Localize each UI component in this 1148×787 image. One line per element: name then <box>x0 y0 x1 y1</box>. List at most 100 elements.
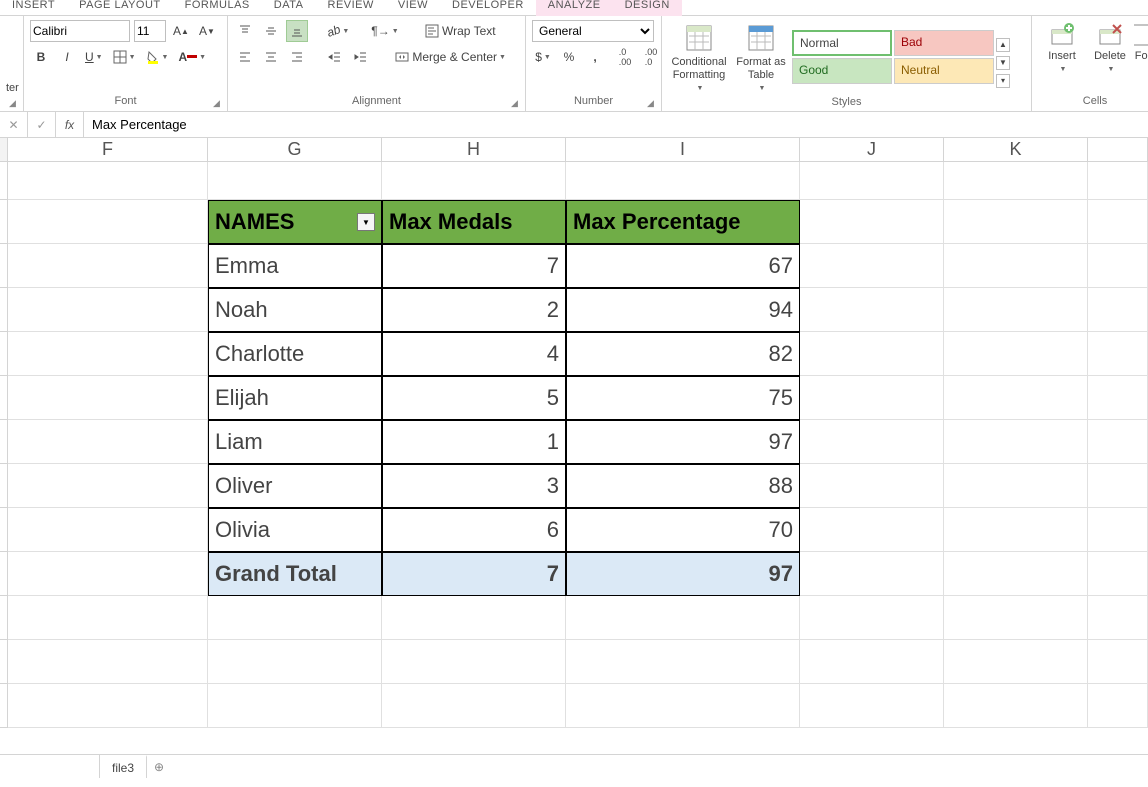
pivot-cell[interactable]: Liam <box>208 420 382 464</box>
pivot-total-pct[interactable]: 97 <box>566 552 800 596</box>
pivot-cell[interactable]: 75 <box>566 376 800 420</box>
pivot-cell[interactable]: 4 <box>382 332 566 376</box>
pivot-cell[interactable]: Oliver <box>208 464 382 508</box>
conditional-formatting-icon <box>683 22 715 54</box>
comma-format-icon[interactable]: , <box>584 46 606 68</box>
tab-design[interactable]: DESIGN <box>613 0 682 16</box>
select-all-corner[interactable] <box>0 138 8 162</box>
align-center-icon[interactable] <box>260 46 282 68</box>
pivot-cell[interactable]: Noah <box>208 288 382 332</box>
wrap-text-button[interactable]: Wrap Text <box>418 20 503 42</box>
increase-indent-icon[interactable] <box>350 46 372 68</box>
insert-cells-button[interactable]: Insert▼ <box>1038 20 1086 94</box>
col-header-end[interactable] <box>1088 138 1148 162</box>
italic-button[interactable]: I <box>56 46 78 68</box>
fill-color-button[interactable]: ▼ <box>143 46 172 68</box>
col-header-F[interactable]: F <box>8 138 208 162</box>
column-headers: F G H I J K <box>0 138 1148 162</box>
tab-review[interactable]: REVIEW <box>316 0 386 16</box>
font-size-combo[interactable] <box>134 20 166 42</box>
pivot-header-pct[interactable]: Max Percentage <box>566 200 800 244</box>
delete-cells-button[interactable]: Delete▼ <box>1086 20 1134 94</box>
style-normal[interactable]: Normal <box>792 30 892 56</box>
align-right-icon[interactable] <box>286 46 308 68</box>
col-header-K[interactable]: K <box>944 138 1088 162</box>
increase-font-icon[interactable]: A▲ <box>170 20 192 42</box>
format-cells-button[interactable]: For <box>1134 20 1148 94</box>
tab-developer[interactable]: DEVELOPER <box>440 0 536 16</box>
decrease-decimal-icon[interactable]: .00.0 <box>640 46 662 68</box>
format-as-table-button[interactable]: Format as Table▼ <box>730 20 792 95</box>
font-launcher-icon[interactable]: ◢ <box>213 98 225 110</box>
col-header-G[interactable]: G <box>208 138 382 162</box>
merge-center-button[interactable]: Merge & Center▼ <box>388 46 513 68</box>
borders-button[interactable]: ▼ <box>110 46 139 68</box>
tab-view[interactable]: VIEW <box>386 0 440 16</box>
pivot-cell[interactable]: 6 <box>382 508 566 552</box>
pivot-cell[interactable]: Elijah <box>208 376 382 420</box>
font-color-button[interactable]: A▼ <box>175 46 209 68</box>
pivot-cell[interactable]: 5 <box>382 376 566 420</box>
ltr-icon[interactable]: ¶→▼ <box>368 20 401 42</box>
clipboard-launcher-icon[interactable]: ◢ <box>9 98 21 110</box>
pivot-cell[interactable]: 2 <box>382 288 566 332</box>
align-middle-icon[interactable] <box>260 20 282 42</box>
tab-insert[interactable]: INSERT <box>0 0 67 16</box>
decrease-indent-icon[interactable] <box>324 46 346 68</box>
pivot-cell[interactable]: 82 <box>566 332 800 376</box>
pivot-header-medals[interactable]: Max Medals <box>382 200 566 244</box>
pivot-total-medals[interactable]: 7 <box>382 552 566 596</box>
underline-button[interactable]: U▼ <box>82 46 106 68</box>
number-launcher-icon[interactable]: ◢ <box>647 98 659 110</box>
formula-input[interactable] <box>84 112 1148 137</box>
tab-page-layout[interactable]: PAGE LAYOUT <box>67 0 173 16</box>
bold-button[interactable]: B <box>30 46 52 68</box>
pivot-filter-icon[interactable]: ▼ <box>357 213 375 231</box>
pivot-cell[interactable]: Charlotte <box>208 332 382 376</box>
number-format-combo[interactable]: General <box>532 20 654 42</box>
style-good[interactable]: Good <box>792 58 892 84</box>
increase-decimal-icon[interactable]: .0.00 <box>614 46 636 68</box>
pivot-cell[interactable]: 67 <box>566 244 800 288</box>
tab-analyze[interactable]: ANALYZE <box>536 0 613 16</box>
pivot-total-label[interactable]: Grand Total <box>208 552 382 596</box>
pivot-cell[interactable]: 97 <box>566 420 800 464</box>
styles-scroll-up-icon[interactable]: ▲ <box>996 38 1010 52</box>
clipboard-fragment: ter <box>6 82 17 94</box>
col-header-I[interactable]: I <box>566 138 800 162</box>
tab-formulas[interactable]: FORMULAS <box>173 0 262 16</box>
pivot-header-names[interactable]: NAMES▼ <box>208 200 382 244</box>
col-header-H[interactable]: H <box>382 138 566 162</box>
new-sheet-icon[interactable]: ⊕ <box>147 760 171 774</box>
accounting-format-icon[interactable]: $▼ <box>532 46 554 68</box>
percent-format-icon[interactable]: % <box>558 46 580 68</box>
conditional-formatting-button[interactable]: Conditional Formatting▼ <box>668 20 730 95</box>
orientation-icon[interactable]: ab▼ <box>324 20 352 42</box>
align-left-icon[interactable] <box>234 46 256 68</box>
align-top-icon[interactable] <box>234 20 256 42</box>
pivot-cell[interactable]: Emma <box>208 244 382 288</box>
pivot-cell[interactable]: 94 <box>566 288 800 332</box>
pivot-cell[interactable]: 3 <box>382 464 566 508</box>
cell-grid[interactable]: NAMES▼ Max Medals Max Percentage Emma 7 … <box>0 162 1148 728</box>
pivot-cell[interactable]: Olivia <box>208 508 382 552</box>
decrease-font-icon[interactable]: A▼ <box>196 20 218 42</box>
fx-icon[interactable]: fx <box>56 112 84 137</box>
style-bad[interactable]: Bad <box>894 30 994 56</box>
styles-scroll-down-icon[interactable]: ▼ <box>996 56 1010 70</box>
ribbon: ter ◢ A▲ A▼ B I U▼ ▼ ▼ A▼ Font ◢ <box>0 16 1148 112</box>
pivot-cell[interactable]: 7 <box>382 244 566 288</box>
sheet-tab-file3[interactable]: file3 <box>100 755 147 779</box>
style-neutral[interactable]: Neutral <box>894 58 994 84</box>
pivot-cell[interactable]: 70 <box>566 508 800 552</box>
font-name-combo[interactable] <box>30 20 130 42</box>
cancel-formula-icon[interactable]: ✕ <box>0 112 28 137</box>
col-header-J[interactable]: J <box>800 138 944 162</box>
accept-formula-icon[interactable]: ✓ <box>28 112 56 137</box>
alignment-launcher-icon[interactable]: ◢ <box>511 98 523 110</box>
pivot-cell[interactable]: 1 <box>382 420 566 464</box>
tab-data[interactable]: DATA <box>262 0 316 16</box>
pivot-cell[interactable]: 88 <box>566 464 800 508</box>
styles-more-icon[interactable]: ▾ <box>996 74 1010 88</box>
align-bottom-icon[interactable] <box>286 20 308 42</box>
